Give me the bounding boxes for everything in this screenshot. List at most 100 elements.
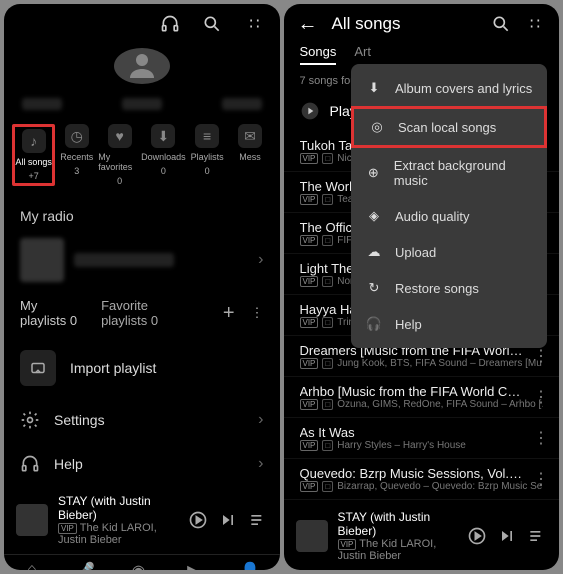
song-row[interactable]: Quevedo: Bzrp Music Sessions, Vol. 52VIP… — [284, 459, 560, 500]
song-artist: VIP □ Bizarrap, Quevedo – Quevedo: Bzrp … — [300, 481, 544, 492]
stats-blurred — [4, 98, 280, 110]
search-icon[interactable] — [202, 14, 222, 34]
extract-icon: ⊕ — [365, 165, 382, 181]
libtab-icon: ⬇ — [151, 124, 175, 148]
song-row[interactable]: Me Porto BonitoVIP □ ⋮ — [284, 500, 560, 502]
menu-extract-background-music[interactable]: ⊕Extract background music — [351, 148, 547, 198]
play-icon[interactable] — [467, 526, 487, 546]
song-more-icon[interactable]: ⋮ — [533, 469, 549, 489]
menu-upload[interactable]: ☁Upload — [351, 234, 547, 270]
libtab-mess[interactable]: ✉Mess — [229, 124, 272, 186]
settings-row[interactable]: Settings › — [4, 398, 280, 442]
fav-playlists-label[interactable]: Favorite playlists 0 — [101, 298, 191, 328]
restore-icon: ↻ — [365, 280, 383, 296]
gear-icon — [20, 410, 40, 430]
more-dots-icon[interactable]: ∷ — [244, 14, 264, 34]
nav-icon: 🎤 — [75, 561, 95, 570]
nav-icon: ◉ — [132, 561, 146, 570]
import-playlist-row[interactable]: Import playlist — [4, 338, 280, 398]
upload-icon: ☁ — [365, 244, 383, 260]
libtab-all-songs[interactable]: ♪All songs+7 — [12, 124, 55, 186]
more-dots-icon[interactable]: ∷ — [525, 14, 545, 34]
queue-icon[interactable] — [527, 526, 547, 546]
menu-restore-songs[interactable]: ↻ Restore songs — [351, 270, 547, 306]
my-playlists-label[interactable]: My playlists 0 — [20, 298, 85, 328]
chevron-right-icon: › — [258, 411, 263, 429]
libtab-count: 3 — [74, 166, 79, 176]
libtab-my-favorites[interactable]: ♥My favorites0 — [98, 124, 141, 186]
libtab-playlists[interactable]: ≡ Playlists 0 — [186, 124, 229, 186]
libtab-count: 0 — [205, 166, 210, 176]
nav-k歌[interactable]: 🎤K歌 — [75, 561, 95, 570]
tab-artists[interactable]: Art — [354, 44, 371, 65]
song-row[interactable]: As It WasVIP □ Harry Styles – Harry's Ho… — [284, 418, 560, 459]
nav-library[interactable]: 👤Library — [236, 561, 264, 570]
menu-label: Album covers and lyrics — [395, 81, 532, 96]
nav-home[interactable]: ⌂Home — [20, 561, 44, 570]
left-screen: ∷ ♪All songs+7◷Recents3♥My favorites0⬇Do… — [4, 4, 280, 570]
libtab-icon: ♪ — [22, 129, 46, 153]
play-icon[interactable] — [188, 510, 208, 530]
menu-album-covers-and-lyrics[interactable]: ⬇ Album covers and lyrics — [351, 70, 547, 106]
nav-icon: 👤 — [240, 561, 260, 570]
page-title: All songs — [332, 14, 478, 34]
radio-card[interactable]: › — [4, 232, 280, 288]
player-thumb — [16, 504, 48, 536]
context-menu: ⬇ Album covers and lyrics ◎ Scan local song… — [351, 64, 547, 348]
topbar: ∷ — [4, 4, 280, 44]
next-icon[interactable] — [218, 510, 238, 530]
song-title: Arhbo [Music from the FIFA World Cup Qat… — [300, 384, 544, 399]
help-label: Help — [54, 456, 244, 472]
import-icon — [20, 350, 56, 386]
search-icon[interactable] — [491, 14, 511, 34]
help-row[interactable]: Help › — [4, 442, 280, 486]
nav-radio[interactable]: ◉Radio — [127, 561, 151, 570]
headphone-icon[interactable] — [160, 14, 180, 34]
bottom-nav: ⌂Home 🎤K歌 ◉Radio ▶Video 👤Library — [4, 554, 280, 570]
image-icon: ⬇ — [365, 80, 383, 96]
back-icon[interactable]: ← — [298, 14, 318, 34]
play-circle-icon — [300, 101, 320, 121]
settings-label: Settings — [54, 412, 244, 428]
menu-label: Help — [395, 317, 422, 332]
libtab-icon: ≡ — [195, 124, 219, 148]
song-artist: VIP □ Harry Styles – Harry's House — [300, 440, 544, 451]
song-more-icon[interactable]: ⋮ — [533, 387, 549, 407]
header: ← All songs ∷ — [284, 4, 560, 44]
menu-scan-local-songs[interactable]: ◎ Scan local songs — [351, 106, 547, 148]
avatar[interactable] — [114, 48, 170, 84]
libtab-label: Downloads — [141, 152, 186, 162]
menu-label: Restore songs — [395, 281, 479, 296]
menu-label: Scan local songs — [398, 120, 496, 135]
song-row[interactable]: Arhbo [Music from the FIFA World Cup Qat… — [284, 377, 560, 418]
import-label: Import playlist — [70, 360, 156, 376]
song-more-icon[interactable]: ⋮ — [533, 428, 549, 448]
libtab-recents[interactable]: ◷Recents3 — [55, 124, 98, 186]
add-playlist-icon[interactable]: + — [223, 302, 235, 325]
libtab-downloads[interactable]: ⬇ Downloads 0 — [141, 124, 186, 186]
chevron-right-icon: › — [258, 455, 263, 473]
tab-songs[interactable]: Songs — [300, 44, 337, 65]
mini-player[interactable]: STAY (with Justin Bieber) VIP The Kid LA… — [4, 486, 280, 554]
vip-badge: VIP — [58, 523, 77, 534]
vip-badge: VIP — [338, 539, 357, 550]
nav-video[interactable]: ▶Video — [182, 561, 205, 570]
song-title: As It Was — [300, 425, 544, 440]
libtab-label: Playlists — [191, 152, 224, 162]
menu-help[interactable]: 🎧Help — [351, 306, 547, 342]
song-title: Quevedo: Bzrp Music Sessions, Vol. 52 — [300, 466, 544, 481]
queue-icon[interactable] — [248, 510, 268, 530]
libtab-label: All songs — [15, 157, 52, 167]
scan-icon: ◎ — [368, 119, 386, 135]
song-artist: VIP □ Jung Kook, BTS, FIFA Sound – Dream… — [300, 358, 544, 369]
nav-icon: ⌂ — [27, 561, 37, 570]
libtab-label: Recents — [60, 152, 93, 162]
menu-audio-quality[interactable]: ◈Audio quality — [351, 198, 547, 234]
libtab-label: My favorites — [98, 152, 141, 172]
mini-player[interactable]: STAY (with Justin Bieber) VIP The Kid LA… — [284, 502, 560, 570]
more-vert-icon[interactable]: ⋮ — [251, 305, 264, 321]
next-icon[interactable] — [497, 526, 517, 546]
libtab-count: 0 — [161, 166, 166, 176]
libtab-icon: ♥ — [108, 124, 132, 148]
song-more-icon[interactable]: ⋮ — [533, 346, 549, 366]
